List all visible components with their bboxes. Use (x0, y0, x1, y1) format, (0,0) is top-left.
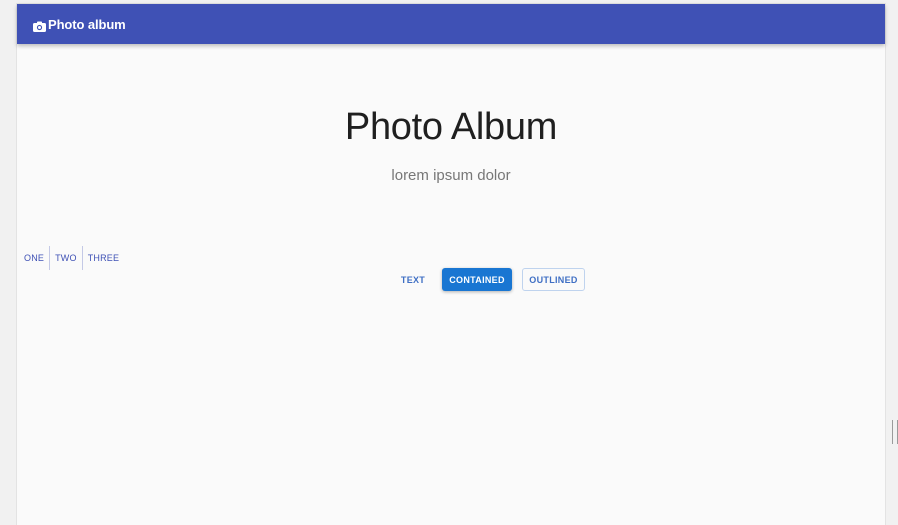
app-frame: Photo album Photo Album lorem ipsum dolo… (17, 4, 885, 525)
text-button[interactable]: TEXT (395, 268, 431, 291)
button-group: ONE TWO THREE (19, 246, 124, 270)
button-group-three[interactable]: THREE (81, 246, 125, 270)
button-group-one[interactable]: ONE (19, 246, 49, 270)
resize-handle[interactable] (892, 420, 898, 444)
page-subtitle: lorem ipsum dolor (391, 167, 511, 184)
contained-button[interactable]: CONTAINED (442, 268, 512, 291)
page-title: Photo Album (344, 106, 558, 148)
button-row: TEXT CONTAINED OUTLINED (395, 268, 585, 291)
grip-line (892, 420, 893, 444)
outlined-button[interactable]: OUTLINED (522, 268, 585, 291)
button-group-two[interactable]: TWO (49, 246, 82, 270)
camera-icon (33, 19, 46, 32)
app-title: Photo album (48, 16, 126, 32)
app-bar: Photo album (17, 4, 885, 44)
